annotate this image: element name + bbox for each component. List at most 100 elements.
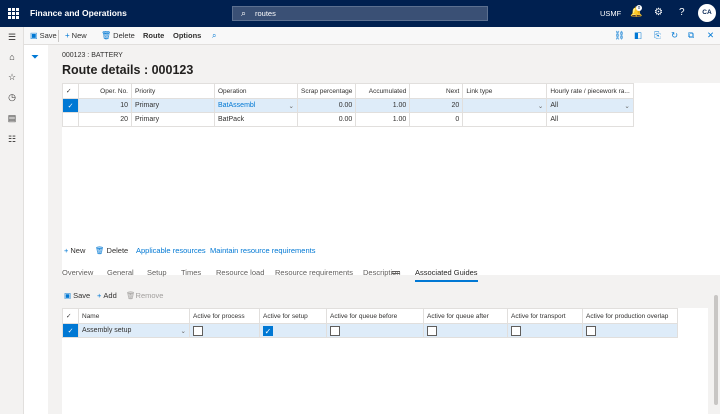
active-process-checkbox[interactable] [193,325,203,336]
select-all-checkbox[interactable]: ✓ [62,83,79,99]
tab-overview[interactable]: Overview [62,268,93,277]
chevron-down-icon[interactable]: ⌄ [624,102,629,110]
close-icon[interactable]: ✕ [707,30,714,41]
col-hourly-rate[interactable]: Hourly rate / piecework ra... [546,83,634,99]
tab-options[interactable]: Options [173,31,201,40]
col-accumulated[interactable]: Accumulated [355,83,411,99]
remove-guide-button[interactable]: 🗑Remove [126,291,163,300]
recent-icon[interactable]: ◷ [6,92,18,104]
cell-next[interactable]: 0 [409,112,464,127]
tab-associated-guides[interactable]: Associated Guides [415,268,478,282]
col-oper-no[interactable]: Oper. No. [78,83,132,99]
table-row[interactable]: 20 Primary BatPack 0.00 1.00 0 All [62,112,634,127]
active-queue-before-checkbox[interactable] [330,325,340,336]
filter-icon[interactable]: ⏷ [31,52,39,63]
col-active-overlap[interactable]: Active for production overlap [582,308,678,324]
active-overlap-checkbox[interactable] [586,325,596,336]
save-button[interactable]: ▣ Save [30,31,57,40]
cell-priority[interactable]: Primary [131,98,215,113]
chevron-down-icon[interactable]: ⌄ [538,102,543,110]
modules-icon[interactable]: ☷ [6,134,18,146]
maintain-requirements-button[interactable]: Maintain resource requirements [210,246,315,255]
cell-accumulated[interactable]: 1.00 [355,98,411,113]
cell-scrap[interactable]: 0.00 [296,98,357,113]
col-active-queue-after[interactable]: Active for queue after [423,308,508,324]
vertical-scrollbar[interactable] [714,295,718,405]
cell-operation[interactable]: BatPack [214,112,298,127]
chevron-down-icon[interactable]: ⌄ [289,102,294,110]
home-icon[interactable]: ⌂ [6,52,18,64]
open-new-window-icon[interactable]: ⧉ [688,30,694,41]
cell-hourly-rate[interactable]: All [546,112,634,127]
settings-icon[interactable]: ⚙ [654,7,663,18]
tab-resource-requirements[interactable]: Resource requirements [275,268,353,277]
cell-active-transport[interactable] [507,323,583,338]
row-checkbox[interactable]: ✓ [62,98,79,113]
col-active-transport[interactable]: Active for transport [507,308,583,324]
hamburger-menu-icon[interactable]: ☰ [6,32,18,44]
tab-resource-load[interactable]: Resource load [216,268,264,277]
col-link-type[interactable]: Link type [462,83,548,99]
delete-line-button[interactable]: 🗑 Delete [95,246,128,255]
chevron-down-icon[interactable]: ⌄ [181,327,186,335]
tab-description[interactable]: Description [363,268,401,277]
help-icon[interactable]: ? [679,7,685,18]
cell-active-queue-before[interactable] [326,323,424,338]
search-box[interactable]: ⌕ routes [232,6,488,21]
active-queue-after-checkbox[interactable] [427,325,437,336]
table-row[interactable]: ✓ Assembly setup ⌄ ✓ [62,323,678,338]
col-priority[interactable]: Priority [131,83,215,99]
select-all-checkbox[interactable]: ✓ [62,308,79,324]
cell-active-setup[interactable]: ✓ [259,323,327,338]
col-operation[interactable]: Operation [214,83,298,99]
active-setup-checkbox[interactable]: ✓ [263,325,273,336]
col-scrap[interactable]: Scrap percentage [296,83,357,99]
cell-operation[interactable]: BatAssembl ⌄ [214,98,298,113]
cell-hourly-rate[interactable]: All ⌄ [546,98,634,113]
favorites-icon[interactable]: ☆ [6,72,18,84]
col-active-setup[interactable]: Active for setup [259,308,327,324]
col-active-process[interactable]: Active for process [189,308,260,324]
col-name[interactable]: Name [78,308,190,324]
cell-oper-no[interactable]: 10 [78,98,132,113]
company-picker[interactable]: USMF [600,9,621,18]
cell-next[interactable]: 20 [409,98,464,113]
col-active-queue-before[interactable]: Active for queue before [326,308,424,324]
refresh-icon[interactable]: ↻ [671,30,678,41]
tab-setup[interactable]: Setup [147,268,167,277]
tab-route[interactable]: Route [143,31,164,40]
new-button[interactable]: + New [65,31,87,40]
operation-link[interactable]: BatAssembl [218,102,255,109]
office-icon[interactable]: ◧ [634,30,642,41]
row-checkbox[interactable] [62,112,79,127]
attachments-icon[interactable]: ⎘ [654,30,661,41]
cell-priority[interactable]: Primary [131,112,215,127]
cell-link-type[interactable] [462,112,548,127]
cell-scrap[interactable]: 0.00 [296,112,357,127]
cell-oper-no[interactable]: 20 [78,112,132,127]
cell-link-type[interactable]: ⌄ [462,98,548,113]
cell-active-queue-after[interactable] [423,323,508,338]
cell-active-overlap[interactable] [582,323,678,338]
action-search-icon[interactable]: ⌕ [212,31,218,41]
add-guide-button[interactable]: + Add [97,291,117,300]
link-icon[interactable]: ⛓ [614,30,625,41]
cell-active-process[interactable] [189,323,260,338]
applicable-resources-button[interactable]: Applicable resources [136,246,206,255]
tab-times[interactable]: Times [181,268,201,277]
cell-accumulated[interactable]: 1.00 [355,112,411,127]
col-next[interactable]: Next [409,83,464,99]
tab-general[interactable]: General [107,268,134,277]
delete-button[interactable]: 🗑 Delete [101,31,135,40]
app-launcher-icon[interactable] [8,8,19,19]
save-guides-button[interactable]: ▣ Save [64,291,90,300]
cell-name[interactable]: Assembly setup ⌄ [78,323,190,338]
table-row[interactable]: ✓ 10 Primary BatAssembl ⌄ 0.00 1.00 20 ⌄ … [62,98,634,113]
search-input[interactable]: routes [255,9,276,18]
add-line-button[interactable]: + New [64,246,85,255]
avatar[interactable]: CA [698,4,716,22]
app-title[interactable]: Finance and Operations [30,8,127,18]
workspaces-icon[interactable]: ▤ [6,113,18,125]
active-transport-checkbox[interactable] [511,325,521,336]
row-checkbox[interactable]: ✓ [62,323,79,338]
